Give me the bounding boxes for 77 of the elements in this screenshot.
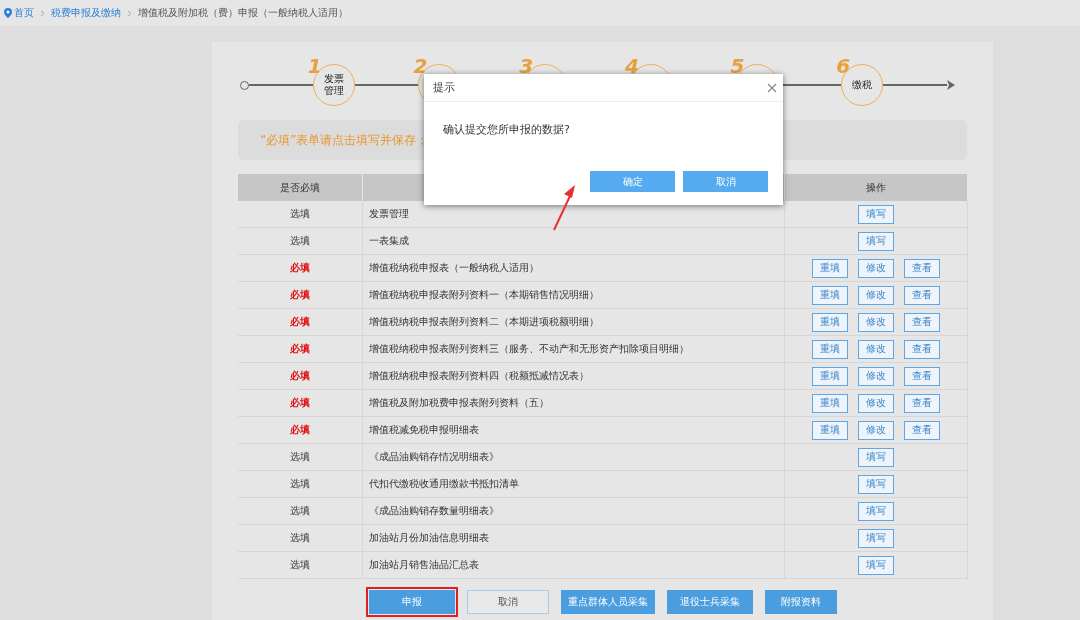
required-status: 选填	[290, 234, 310, 248]
table-cell: 一表集成	[363, 228, 785, 255]
required-status: 选填	[290, 504, 310, 518]
required-status: 必填	[290, 369, 310, 383]
required-status: 必填	[290, 261, 310, 275]
action-button[interactable]: 查看	[904, 366, 940, 386]
breadcrumb-link[interactable]: 税费申报及缴纳	[51, 6, 121, 20]
action-button[interactable]: 修改	[858, 258, 894, 278]
action-button[interactable]: 查看	[904, 420, 940, 440]
step-number: 5	[730, 56, 745, 76]
action-button[interactable]: 填写	[858, 231, 894, 251]
required-status: 必填	[290, 396, 310, 410]
action-button[interactable]: 填写	[858, 555, 894, 575]
step-number: 6	[836, 56, 851, 76]
table-cell: 《成品油购销存情况明细表》	[363, 444, 785, 471]
dialog-button[interactable]: 取消	[683, 171, 768, 192]
cancel-button[interactable]: 取消	[466, 590, 549, 614]
required-status: 必填	[290, 315, 310, 329]
table-cell: 《成品油购销存数量明细表》	[363, 498, 785, 525]
submit-button[interactable]: 重点群体人员采集	[560, 590, 655, 614]
dialog-title: 提示	[433, 80, 455, 95]
step-number: 4	[624, 56, 639, 76]
action-button[interactable]: 填写	[858, 474, 894, 494]
required-status: 必填	[290, 423, 310, 437]
action-button[interactable]: 修改	[858, 285, 894, 305]
table-cell: 增值税纳税申报表附列资料一（本期销售情况明细）	[363, 282, 785, 309]
table-cell: 代扣代缴税收通用缴款书抵扣清单	[363, 471, 785, 498]
required-status: 必填	[290, 342, 310, 356]
required-status: 必填	[290, 288, 310, 302]
table-cell: 增值税纳税申报表附列资料四（税额抵减情况表）	[363, 363, 785, 390]
action-button[interactable]: 查看	[904, 393, 940, 413]
required-status: 选填	[290, 450, 310, 464]
action-button[interactable]: 重填	[812, 366, 848, 386]
action-button[interactable]: 重填	[812, 420, 848, 440]
required-status: 选填	[290, 477, 310, 491]
breadcrumb-link[interactable]: 首页	[4, 6, 34, 20]
column-header: 是否必填	[238, 174, 363, 201]
required-status: 选填	[290, 207, 310, 221]
step-label: 缴税	[851, 79, 874, 91]
submit-button[interactable]: 退役士兵采集	[666, 590, 753, 614]
dialog-button[interactable]: 确定	[590, 171, 675, 192]
action-button[interactable]: 重填	[812, 285, 848, 305]
table-cell: 增值税及附加税费申报表附列资料（五）	[363, 390, 785, 417]
action-button[interactable]: 重填	[812, 312, 848, 332]
action-button[interactable]: 查看	[904, 312, 940, 332]
action-button[interactable]: 修改	[858, 393, 894, 413]
table-cell: 增值税纳税申报表附列资料二（本期进项税额明细）	[363, 309, 785, 336]
dialog-message: 确认提交您所申报的数据?	[443, 123, 570, 136]
action-button[interactable]: 查看	[904, 285, 940, 305]
table-cell: 增值税减免税申报明细表	[363, 417, 785, 444]
table-cell: 增值税纳税申报表附列资料三（服务、不动产和无形资产扣除项目明细）	[363, 336, 785, 363]
table-cell: 加油站月销售油品汇总表	[363, 552, 785, 579]
table-cell: 增值税纳税申报表（一般纳税人适用）	[363, 255, 785, 282]
column-header: 操作	[785, 174, 968, 201]
required-status: 选填	[290, 558, 310, 572]
required-status: 选填	[290, 531, 310, 545]
action-button[interactable]: 查看	[904, 258, 940, 278]
action-button[interactable]: 重填	[812, 393, 848, 413]
step-number: 2	[413, 56, 428, 76]
action-button[interactable]: 重填	[812, 258, 848, 278]
action-button[interactable]: 修改	[858, 339, 894, 359]
step-number: 3	[519, 56, 534, 76]
action-button[interactable]: 重填	[812, 339, 848, 359]
step-number: 1	[307, 56, 322, 76]
action-button[interactable]: 填写	[858, 501, 894, 521]
breadcrumb-current: 增值税及附加税（费）申报（一般纳税人适用）	[138, 6, 348, 20]
action-button[interactable]: 修改	[858, 312, 894, 332]
action-button[interactable]: 填写	[858, 204, 894, 224]
submit-button[interactable]: 申报	[368, 590, 455, 614]
table-cell: 加油站月份加油信息明细表	[363, 525, 785, 552]
action-button[interactable]: 修改	[858, 366, 894, 386]
step-label: 发票管理	[322, 73, 345, 97]
submit-button[interactable]: 附报资料	[764, 590, 837, 614]
action-button[interactable]: 填写	[858, 447, 894, 467]
action-button[interactable]: 查看	[904, 339, 940, 359]
action-button[interactable]: 修改	[858, 420, 894, 440]
action-button[interactable]: 填写	[858, 528, 894, 548]
